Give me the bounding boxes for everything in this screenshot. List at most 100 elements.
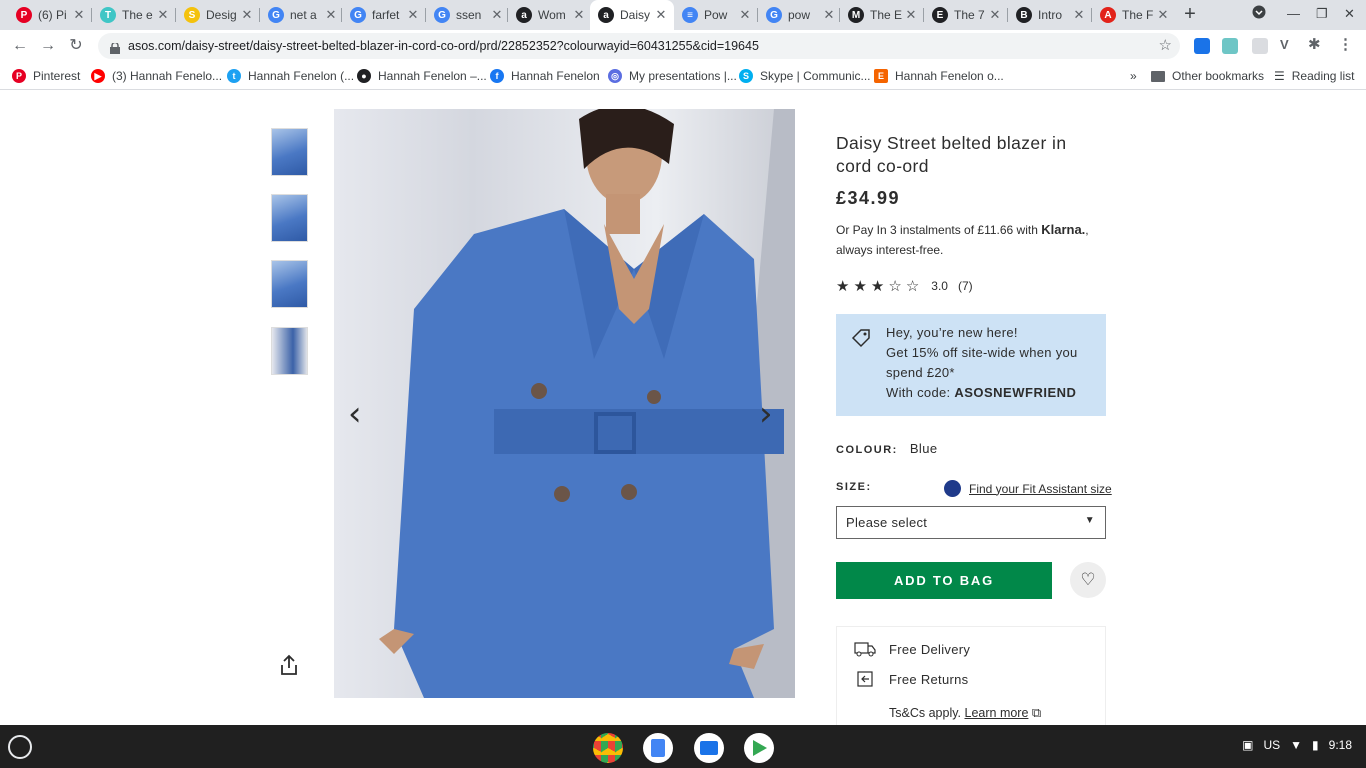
product-thumbnail-3[interactable] <box>271 260 308 308</box>
close-tab-icon[interactable]: ✕ <box>820 7 838 23</box>
tab-13[interactable]: B Intro ✕ <box>1008 0 1092 30</box>
tab-separator <box>839 8 840 22</box>
launcher-icon[interactable] <box>8 735 32 759</box>
reload-icon[interactable]: ↻ <box>66 36 86 56</box>
tab-5[interactable]: Gfarfet ✕ <box>342 0 426 30</box>
size-select[interactable]: Please select ▼ <box>836 506 1106 539</box>
close-tab-icon[interactable]: ✕ <box>652 7 670 23</box>
tab-2[interactable]: T The e ✕ <box>92 0 176 30</box>
close-tab-icon[interactable]: ✕ <box>736 7 754 23</box>
reading-list-button[interactable]: ☰ Reading list <box>1274 67 1354 85</box>
skype-icon: S <box>739 69 753 83</box>
docs-app-icon[interactable] <box>643 733 673 763</box>
product-thumbnail-4[interactable] <box>271 327 308 375</box>
close-tab-icon[interactable]: ✕ <box>404 7 422 23</box>
bookmark-6[interactable]: ◎ My presentations |... <box>608 67 737 85</box>
new-tab-button[interactable]: + <box>1178 2 1202 26</box>
screen-capture-icon[interactable]: ▣ <box>1242 738 1253 752</box>
bookmark-3[interactable]: t Hannah Fenelon (... <box>227 67 354 85</box>
learn-more-link[interactable]: Learn more <box>965 706 1029 720</box>
play-store-icon[interactable] <box>744 733 774 763</box>
bookmark-7[interactable]: S Skype | Communic... <box>739 67 870 85</box>
extensions-puzzle-icon[interactable]: ✱ <box>1308 35 1324 53</box>
extension-design-icon[interactable] <box>1222 38 1238 54</box>
forward-icon[interactable]: → <box>38 36 58 56</box>
close-tab-icon[interactable]: ✕ <box>570 7 588 23</box>
status-tray[interactable]: ▣ US ▼ ▮ 9:18 <box>1242 738 1352 752</box>
tab-label: (6) Pi <box>38 8 67 22</box>
tab-9[interactable]: ≡ Pow ✕ <box>674 0 758 30</box>
rating-count[interactable]: (7) <box>958 279 973 293</box>
terms-text: Ts&Cs apply. <box>889 706 965 720</box>
address-bar[interactable]: asos.com/daisy-street/daisy-street-belte… <box>98 33 1180 59</box>
battery-icon: ▮ <box>1312 738 1319 752</box>
dollar-icon: S <box>184 7 200 23</box>
product-main-image: ‹ › <box>334 109 795 698</box>
tab-11[interactable]: M The E ✕ <box>840 0 924 30</box>
promo-code: ASOSNEWFRIEND <box>954 385 1077 400</box>
tab-8[interactable]: a Daisy ✕ <box>590 0 674 30</box>
tab-search-icon[interactable] <box>1252 5 1266 22</box>
presentations-icon: ◎ <box>608 69 622 83</box>
close-window-icon[interactable]: ✕ <box>1344 6 1355 22</box>
tab-7[interactable]: a Wom ✕ <box>508 0 592 30</box>
restore-icon[interactable]: ❐ <box>1316 6 1328 22</box>
tab-6[interactable]: Gssen ✕ <box>426 0 510 30</box>
tab-3[interactable]: S Desig ✕ <box>176 0 260 30</box>
close-tab-icon[interactable]: ✕ <box>986 7 1004 23</box>
close-tab-icon[interactable]: ✕ <box>154 7 172 23</box>
extension-clipboard-icon[interactable] <box>1252 38 1268 54</box>
bookmarks-overflow-icon[interactable]: » <box>1130 67 1137 85</box>
rating-stars[interactable]: ★ ★ ★ ☆ ☆ 3.0 (7) <box>836 277 973 295</box>
bookmark-star-icon[interactable]: ☆ <box>1159 36 1172 54</box>
acrobat-icon: A <box>1100 7 1116 23</box>
bookmark-5[interactable]: f Hannah Fenelon <box>490 67 600 85</box>
tab-separator <box>259 8 260 22</box>
extension-v-icon[interactable]: V <box>1280 37 1296 53</box>
add-to-bag-button[interactable]: ADD TO BAG <box>836 562 1052 599</box>
close-tab-icon[interactable]: ✕ <box>1070 7 1088 23</box>
extension-cast-icon[interactable] <box>1194 38 1210 54</box>
product-thumbnail-1[interactable] <box>271 128 308 176</box>
other-bookmarks-folder[interactable]: Other bookmarks <box>1151 67 1264 85</box>
tab-label: ssen <box>456 8 482 22</box>
klarna-message: Or Pay In 3 instalments of £11.66 with K… <box>836 220 1111 260</box>
free-returns-row: Free Returns <box>854 671 968 687</box>
close-tab-icon[interactable]: ✕ <box>70 7 88 23</box>
tab-separator <box>1007 8 1008 22</box>
close-tab-icon[interactable]: ✕ <box>488 7 506 23</box>
tab-1[interactable]: P (6) Pi ✕ <box>8 0 92 30</box>
wifi-icon: ▼ <box>1290 738 1303 752</box>
bookmark-8[interactable]: E Hannah Fenelon o... <box>874 67 1004 85</box>
promo-code-label: With code: <box>886 385 955 400</box>
colour-value: Blue <box>909 441 938 456</box>
star-empty-icon: ☆ <box>888 278 902 295</box>
close-tab-icon[interactable]: ✕ <box>322 7 340 23</box>
product-thumbnail-2[interactable] <box>271 194 308 242</box>
chrome-icon[interactable] <box>593 733 623 763</box>
files-app-icon[interactable] <box>694 733 724 763</box>
bookmark-1[interactable]: P Pinterest <box>12 67 80 85</box>
fit-assistant-text[interactable]: Find your Fit Assistant size <box>969 482 1112 496</box>
bookmark-4[interactable]: ● Hannah Fenelon –... <box>357 67 487 85</box>
close-tab-icon[interactable]: ✕ <box>1154 7 1172 23</box>
tab-10[interactable]: Gpow ✕ <box>758 0 842 30</box>
fit-assistant-link[interactable]: Find your Fit Assistant size <box>944 480 1112 497</box>
next-image-arrow-icon[interactable]: › <box>759 394 773 434</box>
back-icon[interactable]: ← <box>10 36 30 56</box>
url-text: asos.com/daisy-street/daisy-street-belte… <box>128 39 759 53</box>
close-tab-icon[interactable]: ✕ <box>902 7 920 23</box>
menu-icon[interactable]: ⋮ <box>1338 35 1354 53</box>
share-icon[interactable] <box>279 654 299 676</box>
tab-14[interactable]: A The F ✕ <box>1092 0 1176 30</box>
previous-image-arrow-icon[interactable]: ‹ <box>348 394 362 434</box>
save-for-later-heart-icon[interactable]: ♡ <box>1070 562 1106 598</box>
close-tab-icon[interactable]: ✕ <box>238 7 256 23</box>
tab-4[interactable]: Gnet a ✕ <box>260 0 344 30</box>
bookmark-2[interactable]: ▶ (3) Hannah Fenelo... <box>91 67 222 85</box>
free-delivery-row: Free Delivery <box>854 641 970 657</box>
tab-12[interactable]: E The 7 ✕ <box>924 0 1008 30</box>
star-filled-icon: ★ <box>853 278 867 295</box>
minimize-icon[interactable]: — <box>1287 6 1300 21</box>
tab-label: The E <box>870 8 902 22</box>
